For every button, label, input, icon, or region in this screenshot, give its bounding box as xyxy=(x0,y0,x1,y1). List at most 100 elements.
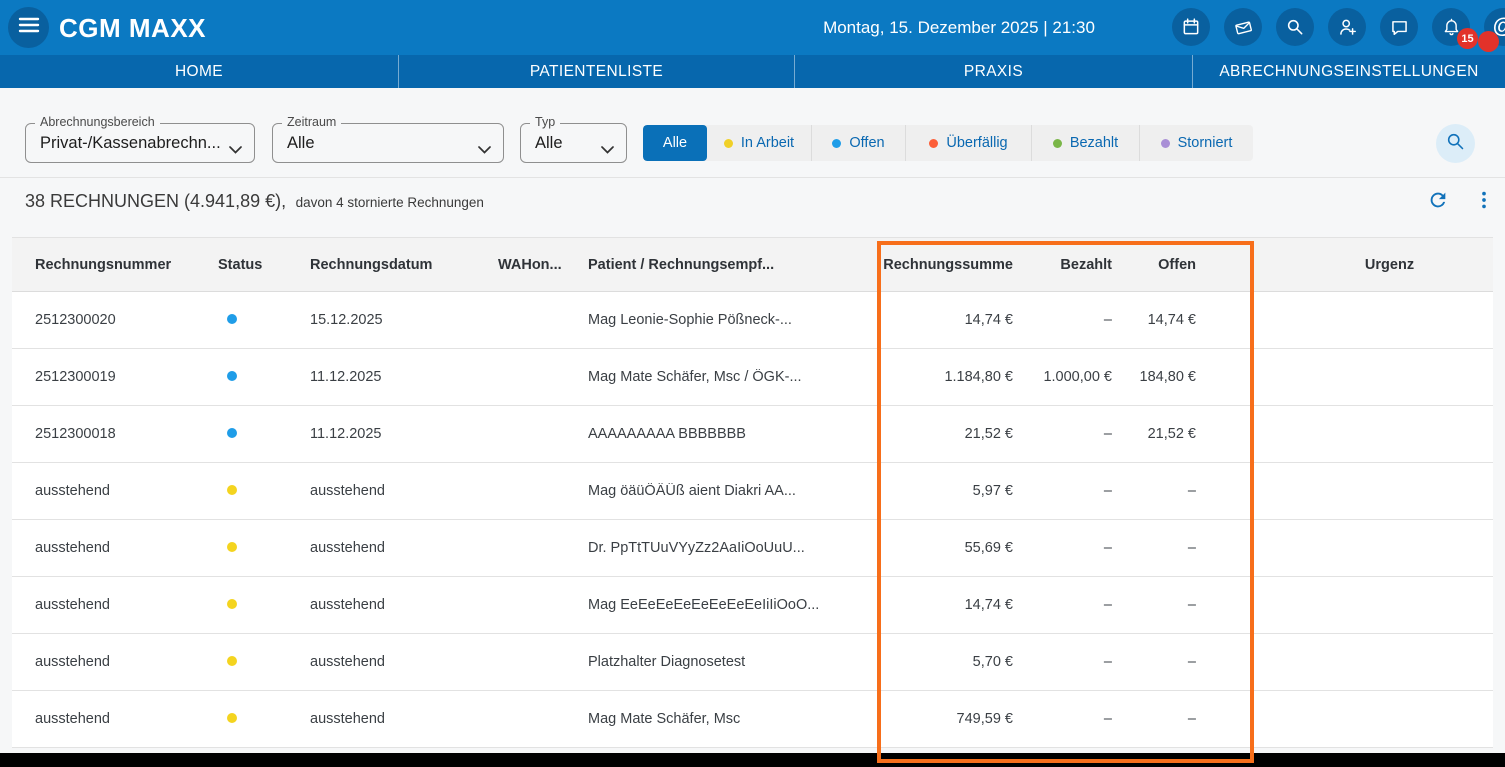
calendar-icon xyxy=(1181,17,1201,37)
table-row[interactable]: 251230001911.12.2025Mag Mate Schäfer, Ms… xyxy=(12,349,1493,406)
cell-patient: Dr. PpTtTUuVYyZz2AaIiOoUuU... xyxy=(565,540,878,556)
nav-tab-abrechnungseinstellungen[interactable]: ABRECHNUNGSEINSTELLUNGEN xyxy=(1193,55,1505,88)
cell-status xyxy=(195,483,287,499)
status-chip-berf-llig[interactable]: Überfällig xyxy=(906,125,1032,161)
status-filter-bar: Alle In Arbeit Offen Überfällig Bezahlt Storn… xyxy=(643,125,1253,161)
col-header-urgenz[interactable]: Urgenz xyxy=(1196,257,1493,273)
table-row[interactable]: 251230002015.12.2025Mag Leonie-Sophie Pö… xyxy=(12,292,1493,349)
table-row[interactable]: ausstehendausstehendPlatzhalter Diagnose… xyxy=(12,634,1493,691)
more-options-button[interactable] xyxy=(1472,190,1496,214)
cell-rechnungsdatum: 11.12.2025 xyxy=(287,426,475,442)
cell-rechnungsdatum: ausstehend xyxy=(287,483,475,499)
nav-tab-patientenliste[interactable]: PATIENTENLISTE xyxy=(399,55,795,88)
col-header-rechnungsdatum[interactable]: Rechnungsdatum xyxy=(287,257,475,273)
cell-status xyxy=(195,711,287,727)
status-chip-label: Storniert xyxy=(1178,135,1233,151)
status-chip-label: Bezahlt xyxy=(1070,135,1118,151)
refresh-icon xyxy=(1427,189,1449,216)
mail-button[interactable] xyxy=(1224,8,1262,46)
notifications-button[interactable]: 15 xyxy=(1432,8,1470,46)
cell-bezahlt: – xyxy=(1013,597,1112,613)
cell-rechnungsnummer: ausstehend xyxy=(12,540,195,556)
cell-rechnungsdatum: ausstehend xyxy=(287,711,475,727)
cell-status xyxy=(195,312,287,328)
status-dot-icon xyxy=(227,713,237,723)
status-dot-icon xyxy=(929,139,938,148)
status-chip-storniert[interactable]: Storniert xyxy=(1140,125,1253,161)
table-row[interactable]: ausstehendausstehendMag EeEeEeEeEeEeEeEe… xyxy=(12,577,1493,634)
status-chip-label: Offen xyxy=(849,135,884,151)
col-header-offen[interactable]: Offen xyxy=(1112,257,1196,273)
chat-button[interactable] xyxy=(1380,8,1418,46)
table-row[interactable]: ausstehendausstehendMag Mate Schäfer, Ms… xyxy=(12,691,1493,748)
col-header-status[interactable]: Status xyxy=(195,257,287,273)
cell-rechnungsdatum: ausstehend xyxy=(287,654,475,670)
cell-status xyxy=(195,369,287,385)
datetime-display: Montag, 15. Dezember 2025 | 21:30 xyxy=(823,0,1095,55)
cell-status xyxy=(195,540,287,556)
invoice-summary-title: 38 RECHNUNGEN (4.941,89 €), xyxy=(25,191,286,211)
zeitraum-select[interactable]: Zeitraum Alle xyxy=(272,123,504,163)
cell-rechnungssumme: 749,59 € xyxy=(878,711,1013,727)
chevron-down-icon xyxy=(229,141,242,159)
cell-rechnungsnummer: 2512300019 xyxy=(12,369,195,385)
status-dot-icon xyxy=(227,428,237,438)
table-search-button[interactable] xyxy=(1436,124,1475,163)
cell-bezahlt: – xyxy=(1013,426,1112,442)
col-header-rechnungsnummer[interactable]: Rechnungsnummer xyxy=(12,257,195,273)
status-dot-icon xyxy=(227,485,237,495)
cell-offen: 14,74 € xyxy=(1112,312,1196,328)
refresh-button[interactable] xyxy=(1426,190,1450,214)
nav-tab-praxis[interactable]: PRAXIS xyxy=(795,55,1193,88)
cell-patient: Platzhalter Diagnosetest xyxy=(565,654,878,670)
col-header-wahonorar[interactable]: WAHon... xyxy=(475,257,565,273)
typ-select[interactable]: Typ Alle xyxy=(520,123,627,163)
chevron-down-icon xyxy=(601,141,614,159)
status-chip-in-arbeit[interactable]: In Arbeit xyxy=(707,125,812,161)
col-header-bezahlt[interactable]: Bezahlt xyxy=(1013,257,1112,273)
status-chip-offen[interactable]: Offen xyxy=(812,125,906,161)
cell-rechnungssumme: 5,97 € xyxy=(878,483,1013,499)
status-dot-icon xyxy=(832,139,841,148)
table-header-row: Rechnungsnummer Status Rechnungsdatum WA… xyxy=(12,238,1493,292)
status-dot-icon xyxy=(724,139,733,148)
cell-rechnungsdatum: ausstehend xyxy=(287,540,475,556)
hamburger-icon xyxy=(18,16,40,39)
abrechnungsbereich-select[interactable]: Abrechnungsbereich Privat-/Kassenabrechn… xyxy=(25,123,255,163)
cell-bezahlt: – xyxy=(1013,312,1112,328)
status-dot-icon xyxy=(227,599,237,609)
table-row[interactable]: ausstehend ausstehend Dr. PpTtTUuVYyZz2AaI… xyxy=(12,520,1493,577)
calendar-button[interactable] xyxy=(1172,8,1210,46)
cell-offen: 184,80 € xyxy=(1112,369,1196,385)
search-topbar-button[interactable] xyxy=(1276,8,1314,46)
status-chip-label: Alle xyxy=(663,135,687,151)
typ-value: Alle xyxy=(535,124,563,162)
status-chip-bezahlt[interactable]: Bezahlt xyxy=(1032,125,1140,161)
col-header-rechnungssumme[interactable]: Rechnungssumme xyxy=(878,257,1013,273)
mentions-button[interactable]: @ xyxy=(1484,8,1505,46)
cell-rechnungsnummer: ausstehend xyxy=(12,597,195,613)
cell-bezahlt: – xyxy=(1013,540,1112,556)
cell-rechnungsnummer: 2512300020 xyxy=(12,312,195,328)
add-patient-button[interactable] xyxy=(1328,8,1366,46)
cell-rechnungssumme: 1.184,80 € xyxy=(878,369,1013,385)
cell-patient: Mag Mate Schäfer, Msc xyxy=(565,711,878,727)
cell-status xyxy=(195,426,287,442)
col-header-patient[interactable]: Patient / Rechnungsempf... xyxy=(565,257,878,273)
more-vertical-icon xyxy=(1473,189,1495,216)
cell-rechnungssumme: 21,52 € xyxy=(878,426,1013,442)
cell-offen: 21,52 € xyxy=(1112,426,1196,442)
cell-rechnungsnummer: ausstehend xyxy=(12,483,195,499)
invoice-summary-subtitle: davon 4 stornierte Rechnungen xyxy=(296,195,484,210)
status-dot-icon xyxy=(227,371,237,381)
cell-rechnungssumme: 55,69 € xyxy=(878,540,1013,556)
mail-icon xyxy=(1233,17,1254,38)
status-chip-alle[interactable]: Alle xyxy=(643,125,707,161)
status-dot-icon xyxy=(1053,139,1062,148)
nav-tab-home[interactable]: HOME xyxy=(0,55,399,88)
hamburger-menu-button[interactable] xyxy=(8,7,49,48)
app-window: CGM MAXX Montag, 15. Dezember 2025 | 21:… xyxy=(0,0,1505,767)
status-dot-icon xyxy=(227,656,237,666)
table-row[interactable]: ausstehendausstehendMag öäüÖÄÜß aient Di… xyxy=(12,463,1493,520)
table-row[interactable]: 251230001811.12.2025AAAAAAAAA BBBBBBB21,… xyxy=(12,406,1493,463)
